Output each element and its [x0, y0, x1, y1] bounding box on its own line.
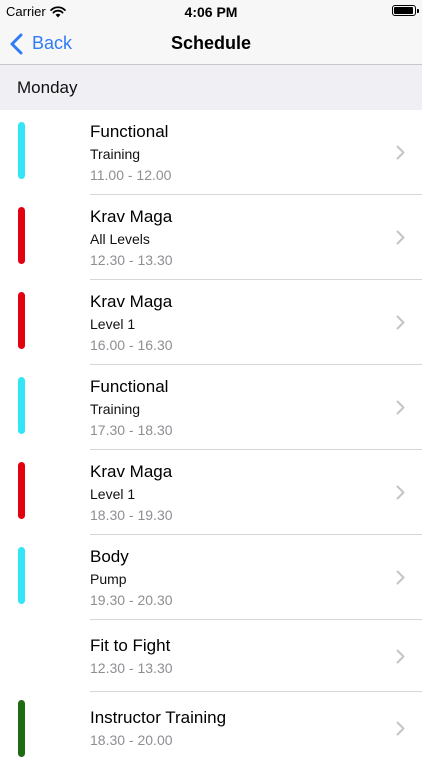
category-color-bar	[18, 207, 25, 264]
class-subtitle: Pump	[90, 571, 127, 587]
category-color-bar	[18, 292, 25, 349]
list-item[interactable]: Krav Maga Level 1 18.30 - 19.30	[0, 450, 422, 535]
list-item[interactable]: Functional Training 17.30 - 18.30	[0, 365, 422, 450]
section-header: Monday	[0, 65, 422, 110]
chevron-right-icon	[396, 315, 405, 330]
list-item[interactable]: Body Pump 19.30 - 20.30	[0, 535, 422, 620]
class-title: Fit to Fight	[90, 636, 171, 655]
category-color-bar	[18, 547, 25, 604]
chevron-right-icon	[396, 721, 405, 736]
category-color-bar	[18, 377, 25, 434]
page-title: Schedule	[170, 33, 252, 53]
category-color-bar	[18, 700, 25, 757]
list-item[interactable]: Instructor Training 18.30 - 20.00	[0, 692, 422, 764]
category-color-bar	[18, 122, 25, 179]
class-time: 11.00 - 12.00	[90, 167, 172, 183]
class-subtitle: All Levels	[90, 231, 150, 247]
list-item[interactable]: Fit to Fight 12.30 - 13.30	[0, 620, 422, 692]
class-title: Krav Maga	[90, 207, 173, 226]
class-time: 12.30 - 13.30	[90, 660, 173, 676]
class-subtitle: Training	[90, 146, 141, 162]
chevron-right-icon	[396, 485, 405, 500]
battery-level	[394, 7, 413, 14]
class-time: 16.00 - 16.30	[90, 337, 173, 353]
class-subtitle: Level 1	[90, 486, 136, 502]
class-title: Functional	[90, 122, 169, 141]
status-time: 4:06 PM	[184, 4, 238, 20]
class-time: 18.30 - 19.30	[90, 507, 173, 523]
class-title: Krav Maga	[90, 292, 173, 311]
class-time: 18.30 - 20.00	[90, 732, 173, 748]
section-title: Monday	[17, 78, 78, 97]
chevron-right-icon	[396, 570, 405, 585]
list-item[interactable]: Krav Maga All Levels 12.30 - 13.30	[0, 195, 422, 280]
chevron-right-icon	[396, 649, 405, 664]
class-subtitle: Training	[90, 401, 141, 417]
chevron-right-icon	[396, 400, 405, 415]
class-title: Krav Maga	[90, 462, 173, 481]
chevron-right-icon	[396, 145, 405, 160]
list-item[interactable]: Functional Training 11.00 - 12.00	[0, 110, 422, 195]
class-title: Body	[90, 547, 129, 566]
class-subtitle: Level 1	[90, 316, 136, 332]
list-item[interactable]: Krav Maga Level 1 16.00 - 16.30	[0, 280, 422, 365]
category-color-bar	[18, 462, 25, 519]
navigation-bar: Back Schedule	[0, 22, 422, 65]
class-title: Instructor Training	[90, 708, 227, 727]
class-time: 12.30 - 13.30	[90, 252, 173, 268]
class-time: 19.30 - 20.30	[90, 592, 173, 608]
battery-icon	[392, 5, 419, 16]
class-time: 17.30 - 18.30	[90, 422, 173, 438]
status-bar: Carrier 4:06 PM	[0, 0, 422, 22]
class-title: Functional	[90, 377, 169, 396]
chevron-right-icon	[396, 230, 405, 245]
